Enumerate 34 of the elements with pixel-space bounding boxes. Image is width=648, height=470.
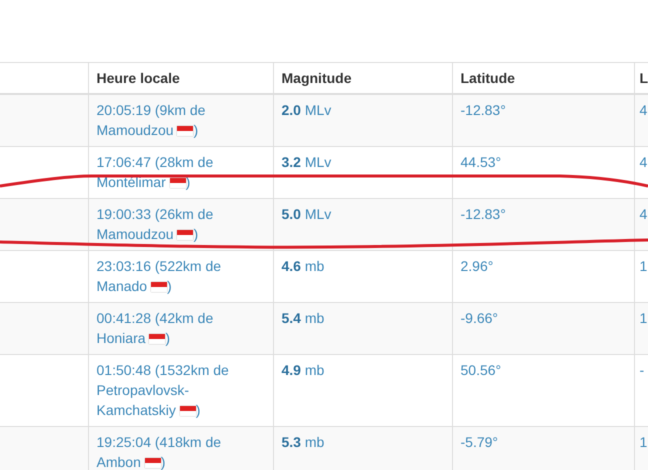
flag-icon [180,406,196,416]
magnitude-link[interactable]: 5.0 MLv [282,206,332,222]
magnitude-link[interactable]: 4.9 mb [282,362,324,378]
location-link[interactable]: 20:05:19 (9km de Mamoudzou ) [96,100,252,140]
location-link[interactable]: 19:00:33 (26km de Mamoudzou ) [96,204,252,244]
table-cell-text: 1 [640,310,648,326]
latitude-link[interactable]: 44.53° [460,154,502,170]
flag-icon [150,282,167,292]
flag-icon [149,334,166,344]
table-cell-text: 1 [640,258,648,274]
table-cell-text: - [640,362,644,378]
magnitude-link[interactable]: 5.4 mb [282,310,324,326]
location-link[interactable]: 19:25:04 (418km de Ambon ) [96,432,252,470]
magnitude-link[interactable]: 4.6 mb [282,258,324,274]
table-cell-text: 4 [640,206,648,222]
location-link[interactable]: 23:03:16 (522km de Manado ) [96,256,252,296]
magnitude-link[interactable]: 3.2 MLv [282,154,332,170]
table-cell-text: 4 [640,102,648,118]
flag-icon [170,178,186,188]
table-cell-text: 4 [640,154,648,170]
magnitude-link[interactable]: 2.0 MLv [282,102,332,118]
latitude-link[interactable]: 2.96° [460,258,494,274]
latitude-link[interactable]: -12.83° [460,206,506,222]
flag-icon [177,126,194,136]
location-link[interactable]: 00:41:28 (42km de Honiara ) [96,308,252,348]
latitude-link[interactable]: -12.83° [460,102,506,118]
location-link[interactable]: 01:50:48 (1532km de Petropavlovsk-Kamchatskiy ) [96,360,252,420]
latitude-link[interactable]: 50.56° [460,362,502,378]
magnitude-link[interactable]: 5.3 mb [282,434,324,450]
latitude-link[interactable]: -5.79° [460,434,498,450]
table-cell-text: 1 [640,434,648,450]
flag-icon [177,230,194,240]
location-link[interactable]: 17:06:47 (28km de Montélimar ) [96,152,252,192]
latitude-link[interactable]: -9.66° [460,310,498,326]
